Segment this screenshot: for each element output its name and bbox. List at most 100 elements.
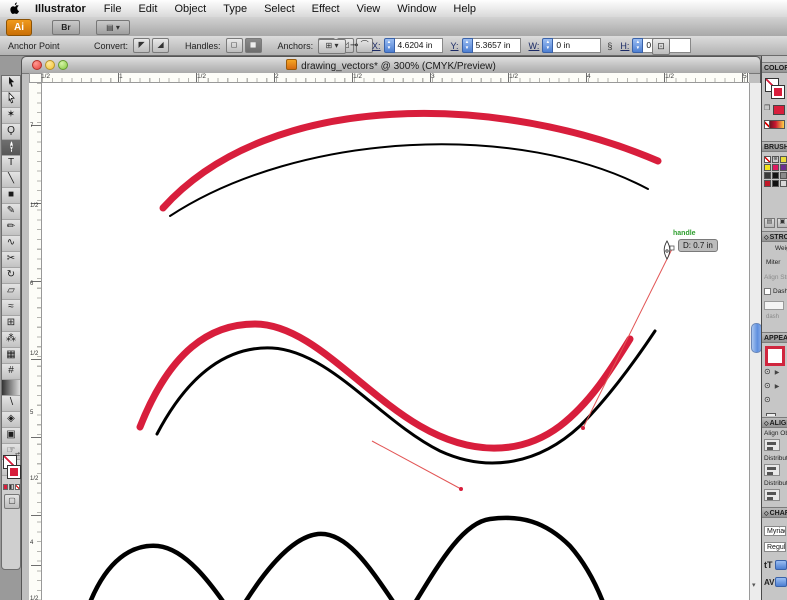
brush-swatch[interactable] (772, 180, 779, 187)
brush-swatch[interactable] (780, 180, 787, 187)
scale-tool[interactable]: ▱ (2, 284, 20, 300)
out-of-web-color-icon[interactable]: ❒ (764, 104, 770, 112)
paintbrush-tool[interactable]: ✎ (2, 204, 20, 220)
menu-item-file[interactable]: File (104, 3, 122, 15)
artboard-canvas[interactable]: handle D: 0.7 in (42, 83, 749, 600)
appearance-item-icon[interactable]: ▫ (766, 413, 776, 416)
panel-header-stroke[interactable]: ◇STROKE (762, 231, 787, 242)
visibility-eye-icon[interactable]: ⊙ (764, 367, 771, 376)
link-dimensions-icon[interactable]: § (607, 41, 612, 51)
color-stroke-swatch[interactable] (771, 85, 785, 99)
handles-button-2[interactable]: ◼ (245, 38, 262, 53)
pencil-tool[interactable]: ✏ (2, 220, 20, 236)
bezier-handle-dot[interactable] (459, 487, 463, 491)
brush-panel-button[interactable]: ▤ (764, 218, 775, 228)
document-title-bar[interactable]: drawing_vectors* @ 300% (CMYK/Preview) (22, 57, 760, 74)
panel-header-brushes[interactable]: BRUSHES (762, 141, 787, 152)
apple-menu-icon[interactable] (10, 2, 21, 15)
bezier-handle-line[interactable] (583, 249, 672, 428)
gradient-tool[interactable] (2, 380, 20, 396)
menu-item-help[interactable]: Help (453, 3, 476, 15)
menu-item-view[interactable]: View (357, 3, 381, 15)
brush-swatch[interactable] (780, 156, 787, 163)
ramp-none-swatch[interactable] (764, 120, 770, 129)
panel-header-appearance[interactable]: APPEARANCE (762, 332, 787, 343)
stroke-swatch-red[interactable] (7, 465, 21, 479)
panel-header-character[interactable]: ◇CHARACTER (762, 507, 787, 518)
magic-wand-tool[interactable]: ✶ (2, 108, 20, 124)
font-style-select[interactable]: Regular (764, 542, 786, 552)
live-paint-bucket-tool[interactable]: ▣ (2, 428, 20, 444)
menu-item-select[interactable]: Select (264, 3, 295, 15)
arrange-documents-button[interactable]: ▤ ▾ (96, 20, 130, 35)
appearance-row[interactable]: ⊙▶ (764, 381, 779, 390)
kerning-stepper[interactable] (775, 577, 787, 587)
free-transform-tool[interactable]: ⊞ (2, 316, 20, 332)
none-mode-button[interactable] (15, 484, 20, 490)
panel-header-align[interactable]: ◇ALIGN (762, 417, 787, 428)
gradient-mode-button[interactable] (9, 484, 14, 490)
brush-swatch[interactable] (764, 172, 771, 179)
rotate-tool[interactable]: ↻ (2, 268, 20, 284)
type-tool[interactable]: T (2, 156, 20, 172)
brush-swatch[interactable] (764, 164, 771, 171)
w-stepper[interactable]: ▲▼ (542, 38, 553, 53)
font-family-select[interactable]: Myriad Pro (764, 526, 786, 536)
y-stepper[interactable]: ▲▼ (462, 38, 473, 53)
bezier-handle-dot[interactable] (138, 425, 142, 429)
dash-input[interactable] (764, 301, 784, 310)
brush-swatch[interactable] (780, 164, 787, 171)
h-stepper[interactable]: ▲▼ (632, 38, 643, 53)
direct-selection-tool[interactable] (2, 92, 20, 108)
y-field[interactable]: 5.3657 in (473, 38, 521, 53)
vertical-scrollbar[interactable]: ▾ (749, 83, 761, 600)
transform-panel-button[interactable]: ⊡ (652, 38, 670, 55)
blend-tool[interactable]: ◈ (2, 412, 20, 428)
visibility-eye-icon[interactable]: ⊙ (764, 381, 771, 390)
menu-item-window[interactable]: Window (397, 3, 436, 15)
handles-button-1[interactable]: ◻ (226, 38, 243, 53)
selection-tool[interactable] (2, 76, 20, 92)
eyedropper-tool[interactable]: ∖ (2, 396, 20, 412)
dashed-line-checkbox[interactable] (764, 288, 771, 295)
symbol-sprayer-tool[interactable]: ⁂ (2, 332, 20, 348)
w-field[interactable]: 0 in (553, 38, 601, 53)
pen-tool[interactable] (2, 140, 20, 156)
expand-arrow-icon[interactable]: ▶ (775, 370, 780, 376)
bezier-handle-dot[interactable] (581, 426, 585, 430)
rectangle-tool[interactable]: ■ (2, 188, 20, 204)
bezier-handle-line[interactable] (372, 441, 461, 489)
brush-swatch[interactable] (764, 156, 771, 163)
panel-header-color[interactable]: COLOR (762, 62, 787, 73)
visibility-eye-icon[interactable]: ⊙ (764, 395, 771, 404)
go-to-bridge-button[interactable]: Br (52, 20, 80, 35)
current-color-swatch[interactable] (773, 105, 785, 115)
font-size-stepper[interactable] (775, 560, 787, 570)
screen-mode-button[interactable]: ▢ (4, 494, 20, 509)
spacing-button[interactable] (764, 489, 780, 501)
column-graph-tool[interactable]: ▦ (2, 348, 20, 364)
line-segment-tool[interactable]: ╲ (2, 172, 20, 188)
lasso-tool[interactable]: Ϙ (2, 124, 20, 140)
handle-endpoint[interactable] (670, 246, 674, 250)
menu-item-effect[interactable]: Effect (312, 3, 340, 15)
expand-arrow-icon[interactable]: ▶ (775, 384, 780, 390)
menu-item-object[interactable]: Object (174, 3, 206, 15)
distribute-button[interactable] (764, 464, 780, 476)
ai-app-icon[interactable]: Ai (6, 19, 32, 36)
brush-swatch[interactable] (772, 164, 779, 171)
menu-app-name[interactable]: Illustrator (35, 3, 86, 15)
appearance-row[interactable]: ⊙ (764, 395, 771, 404)
smooth-tool[interactable]: ∿ (2, 236, 20, 252)
reference-point-button[interactable]: ⊞ ▾ (318, 39, 346, 54)
brush-swatch[interactable]: ⊕ (772, 156, 779, 163)
color-mode-button[interactable] (3, 484, 8, 490)
x-stepper[interactable]: ▲▼ (384, 38, 395, 53)
brush-swatch[interactable] (764, 180, 771, 187)
scissors-tool[interactable]: ✂ (2, 252, 20, 268)
menu-item-edit[interactable]: Edit (138, 3, 157, 15)
brush-panel-button[interactable]: ▣ (777, 218, 787, 228)
x-field[interactable]: 4.6204 in (395, 38, 443, 53)
convert-button-2[interactable]: ◢ (152, 38, 169, 53)
align-left-button[interactable] (764, 439, 780, 451)
